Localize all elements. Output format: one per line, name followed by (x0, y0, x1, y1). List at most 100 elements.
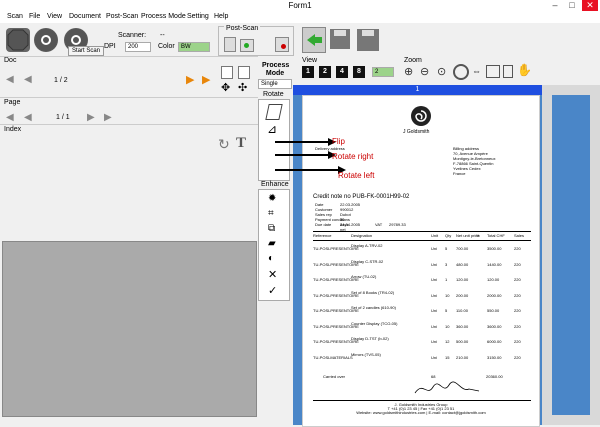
table-cell: TU-POSLMATERIALS (313, 354, 353, 360)
table-cell: Uni (431, 277, 438, 282)
cancel-icon[interactable]: ✕ (268, 268, 277, 281)
table-cell: Uni (431, 339, 438, 344)
table-row: TU-POSLPRESENTOIRE Display C-STR-02 Uni 3 48… (313, 258, 531, 268)
scan-to-doc-icon[interactable] (224, 37, 236, 52)
billing-address: 70, Avenue Ampère Montigny-le-Bretonneux… (453, 151, 496, 176)
table-cell: Mirrors (TVS-05) (351, 351, 381, 357)
scanner-value: -- (160, 32, 165, 39)
page-counter: 1 / 1 (56, 114, 70, 121)
prev-page-icon[interactable]: ◀ (24, 112, 32, 123)
new-doc-icon[interactable] (221, 66, 233, 79)
table-cell: Uni (431, 246, 438, 251)
stop-scan-button[interactable] (6, 28, 30, 52)
table-cell: Display A-TRV-02 (351, 243, 383, 248)
table-cell: 700.00 (456, 246, 469, 251)
next-page-icon[interactable]: ▶ (87, 112, 95, 123)
close-icon[interactable]: ✕ (582, 0, 598, 11)
invoice-meta: Date 22.03.2005 Customer 990012 Sales re… (315, 202, 361, 232)
table-row: TU-POSLPRESENTOIRE Arrow (TU-02) Uni 1 120.0… (313, 274, 531, 283)
title-bar: Form1 – □ ✕ (0, 0, 600, 12)
menu-post-scan[interactable]: Post-Scan (106, 13, 138, 20)
add-page-icon[interactable] (240, 39, 254, 52)
footer: J. Goldsmith Industries Group T +41 (0)1… (356, 402, 486, 415)
view-label: View (302, 57, 318, 64)
color-label: Color (158, 43, 175, 50)
fit-width-icon[interactable]: ⇔ (472, 66, 481, 76)
last-doc-icon[interactable]: ▶ (202, 73, 210, 86)
view-4-button[interactable]: 4 (336, 66, 348, 78)
table-cell: 3150.00 (487, 354, 502, 360)
view-8-button[interactable]: 8 (353, 66, 365, 78)
menu-file[interactable]: File (29, 13, 40, 20)
eraser-icon[interactable]: ▰ (268, 238, 276, 249)
contrast-icon[interactable]: ◐ (268, 253, 274, 264)
view-1-button[interactable]: 1 (302, 66, 314, 78)
fit-height-icon[interactable] (503, 65, 513, 78)
thumbnail-panel (2, 241, 257, 417)
process-mode-label: Process Mode (262, 62, 290, 77)
prev-doc-icon[interactable]: ◀ (24, 74, 32, 85)
table-cell: 220 (514, 292, 521, 298)
move-icon[interactable]: ✥ (221, 81, 230, 94)
import-icon[interactable] (302, 27, 326, 53)
company-logo (411, 106, 431, 126)
menu-view[interactable]: View (47, 13, 62, 20)
fit-page-icon[interactable] (486, 65, 500, 78)
table-cell: Arrow (TU-02) (351, 274, 377, 279)
delete-page-icon[interactable] (275, 37, 289, 52)
table-cell: 210.00 (456, 354, 469, 360)
table-cell: Display C-STR-02 (351, 258, 384, 264)
page-thumb-strip (552, 95, 590, 415)
table-cell: 220 (514, 277, 521, 282)
maximize-icon[interactable]: □ (565, 0, 579, 11)
footer-rule (313, 400, 531, 401)
split-icon[interactable]: ✣ (238, 81, 247, 94)
menu-process-mode[interactable]: Process Mode (141, 13, 186, 20)
table-cell: 220 (514, 339, 521, 344)
apply-icon[interactable]: ✓ (268, 284, 277, 297)
zoom-area-icon[interactable]: ⊙ (437, 65, 446, 78)
table-cell: 5 (445, 246, 448, 251)
enhance-label: Enhance (261, 181, 289, 188)
refresh-icon[interactable]: ↻ (218, 136, 230, 153)
scan-button[interactable] (34, 28, 58, 52)
zoom-fit-icon[interactable] (453, 64, 469, 80)
text-icon[interactable]: T (236, 135, 246, 152)
table-cell: 480.00 (456, 261, 469, 267)
view-2-button[interactable]: 2 (319, 66, 331, 78)
table-cell: 550.00 (487, 308, 500, 313)
flip-icon[interactable] (265, 104, 283, 120)
crop-icon[interactable]: ⌗ (268, 208, 274, 219)
table-cell: 220 (514, 323, 521, 329)
preview-tab[interactable]: 1 (293, 85, 542, 95)
color-select[interactable]: BW (178, 42, 210, 52)
rotate-flip-icon[interactable]: ⊿ (267, 122, 277, 136)
view-select[interactable]: 2 (372, 67, 394, 77)
process-mode-select[interactable]: Single (258, 79, 292, 89)
table-cell: 12 (445, 339, 450, 344)
save-all-icon[interactable] (357, 29, 379, 51)
window-title: Form1 (288, 1, 312, 10)
minimize-icon[interactable]: – (548, 0, 562, 11)
brightness-icon[interactable]: ✹ (268, 193, 276, 204)
menu-setting[interactable]: Setting (187, 13, 209, 20)
menu-document[interactable]: Document (69, 13, 101, 20)
table-cell: 1440.00 (487, 261, 502, 267)
table-row: TU-POSLPRESENTOIRE Display A-TRV-02 Uni 5 70… (313, 243, 531, 252)
menu-bar: Scan File View Document Post-Scan Proces… (0, 12, 600, 23)
pan-hand-icon[interactable]: ✋ (517, 63, 532, 77)
zoom-in-icon[interactable]: ⊕ (404, 65, 413, 78)
save-icon[interactable] (330, 29, 350, 49)
menu-help[interactable]: Help (214, 13, 228, 20)
first-doc-icon[interactable]: ◀ (6, 74, 14, 85)
carried-over-label: Carried over (323, 374, 346, 379)
edit-doc-icon[interactable] (238, 66, 250, 79)
zoom-out-icon[interactable]: ⊖ (420, 65, 429, 78)
menu-scan[interactable]: Scan (7, 13, 23, 20)
last-page-icon[interactable]: ▶ (104, 112, 112, 123)
first-page-icon[interactable]: ◀ (6, 112, 14, 123)
auto-crop-icon[interactable]: ⧉ (268, 223, 275, 234)
dpi-select[interactable]: 200 (125, 42, 151, 52)
next-doc-icon[interactable]: ▶ (186, 73, 194, 86)
table-cell: 110.00 (456, 308, 468, 313)
